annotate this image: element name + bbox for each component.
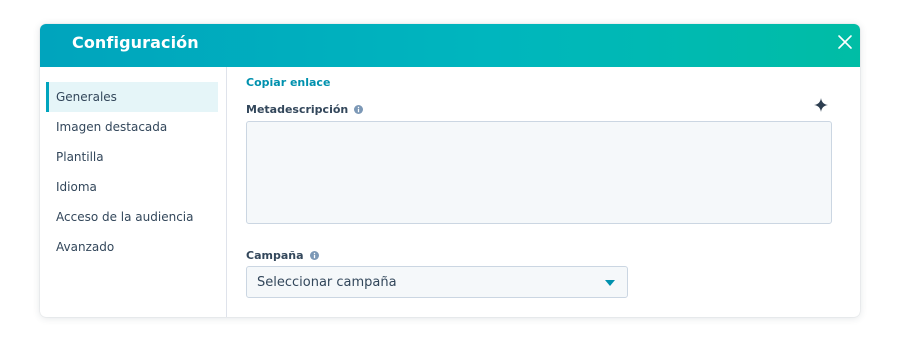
dialog-header: Configuración [40, 24, 860, 67]
meta-description-label-text: Metadescripción [246, 103, 349, 116]
dialog-body: Generales Imagen destacada Plantilla Idi… [40, 67, 860, 317]
caret-down-icon [605, 280, 615, 286]
campaign-label: Campaña [246, 249, 319, 262]
sidebar-item-label: Generales [56, 90, 117, 104]
sidebar-item-label: Idioma [56, 180, 97, 194]
campaign-label-text: Campaña [246, 249, 304, 262]
close-button[interactable] [835, 32, 855, 52]
settings-dialog: Configuración Generales Imagen destacada… [40, 24, 860, 317]
sidebar-item-imagen-destacada[interactable]: Imagen destacada [46, 112, 218, 142]
info-icon[interactable] [309, 251, 319, 260]
info-icon[interactable] [354, 105, 364, 114]
sidebar-item-label: Acceso de la audiencia [56, 210, 194, 224]
sidebar-item-label: Avanzado [56, 240, 115, 254]
copy-link[interactable]: Copiar enlace [246, 76, 330, 89]
sidebar-item-label: Imagen destacada [56, 120, 168, 134]
sidebar-item-acceso-audiencia[interactable]: Acceso de la audiencia [46, 202, 218, 232]
sidebar-item-idioma[interactable]: Idioma [46, 172, 218, 202]
sidebar-item-label: Plantilla [56, 150, 104, 164]
sparkle-icon[interactable] [814, 98, 828, 112]
meta-description-label: Metadescripción [246, 103, 364, 116]
campaign-select-value: Seleccionar campaña [257, 275, 397, 290]
close-icon [838, 35, 852, 49]
sidebar-item-plantilla[interactable]: Plantilla [46, 142, 218, 172]
sidebar-item-generales[interactable]: Generales [46, 82, 218, 112]
settings-content: Copiar enlace Metadescripción Campaña Se… [246, 67, 860, 317]
meta-description-textarea[interactable] [246, 121, 832, 224]
dialog-title: Configuración [72, 33, 199, 52]
sidebar-item-avanzado[interactable]: Avanzado [46, 232, 218, 262]
campaign-select[interactable]: Seleccionar campaña [246, 266, 628, 298]
settings-sidebar: Generales Imagen destacada Plantilla Idi… [40, 67, 227, 317]
